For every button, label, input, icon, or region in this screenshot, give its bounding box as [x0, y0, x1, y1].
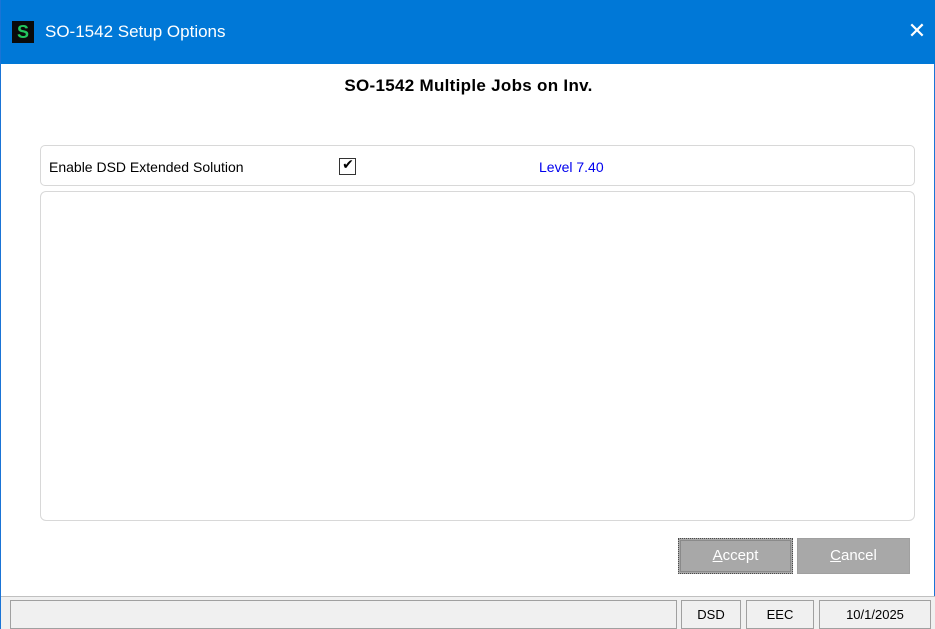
level-version-text: Level 7.40: [539, 159, 604, 175]
status-message-panel: [10, 600, 677, 629]
cancel-hotkey: C: [830, 547, 841, 564]
status-date: 10/1/2025: [819, 600, 931, 629]
enable-extended-solution-checkbox[interactable]: ✔: [339, 157, 356, 175]
accept-label-rest: ccept: [722, 547, 759, 564]
options-panel: [40, 191, 915, 521]
app-icon-letter: S: [16, 22, 29, 42]
window-title: SO-1542 Setup Options: [45, 22, 226, 41]
cancel-label-rest: ancel: [840, 547, 877, 564]
status-company-code: EEC: [746, 600, 814, 629]
status-dsd: DSD: [681, 600, 741, 629]
sage-app-icon: S: [12, 21, 34, 43]
enable-extended-solution-label: Enable DSD Extended Solution: [49, 159, 244, 175]
setup-options-window: S SO-1542 Setup Options ✕ SO-1542 Multip…: [0, 0, 935, 629]
close-icon[interactable]: ✕: [898, 14, 935, 50]
page-title: SO-1542 Multiple Jobs on Inv.: [344, 76, 593, 95]
accept-button[interactable]: Accept: [678, 538, 793, 574]
title-bar[interactable]: S SO-1542 Setup Options ✕: [1, 0, 935, 64]
cancel-button[interactable]: Cancel: [797, 538, 910, 574]
enable-extended-solution-row: Enable DSD Extended Solution ✔ Level 7.4…: [40, 145, 915, 186]
checkmark-icon: ✔: [342, 157, 354, 173]
accept-hotkey: A: [712, 547, 723, 564]
status-bar: DSD EEC 10/1/2025: [1, 596, 935, 629]
